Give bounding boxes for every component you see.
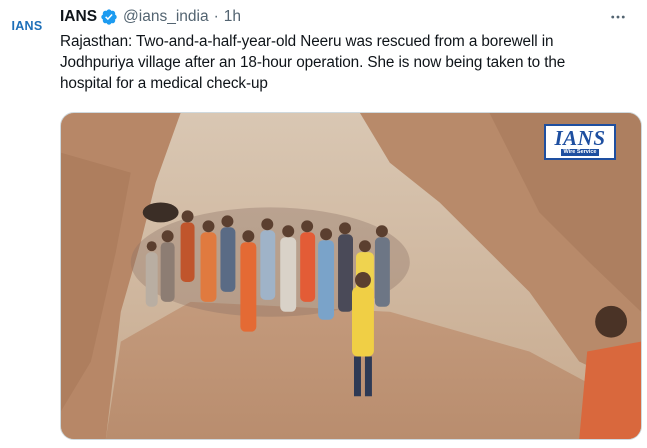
- verified-badge-icon: [100, 8, 118, 26]
- timestamp[interactable]: 1h: [224, 8, 241, 26]
- tweet-video[interactable]: IANS Wire Service: [60, 112, 642, 440]
- separator-dot: ·: [213, 8, 219, 25]
- tweet-header: IANS @ians_india · 1h: [60, 6, 629, 28]
- avatar[interactable]: IANS: [6, 14, 48, 38]
- more-options-icon[interactable]: [607, 6, 629, 28]
- tweet-text: Rajasthan: Two-and-a-half-year-old Neeru…: [60, 33, 566, 92]
- watermark-sub-text: Wire Service: [560, 149, 600, 156]
- watermark-main-text: IANS: [554, 126, 606, 150]
- author-handle[interactable]: @ians_india: [123, 8, 209, 26]
- rescue-scene-image: [61, 113, 641, 439]
- author-name[interactable]: IANS: [60, 8, 97, 26]
- ians-watermark-logo: IANS Wire Service: [544, 124, 616, 160]
